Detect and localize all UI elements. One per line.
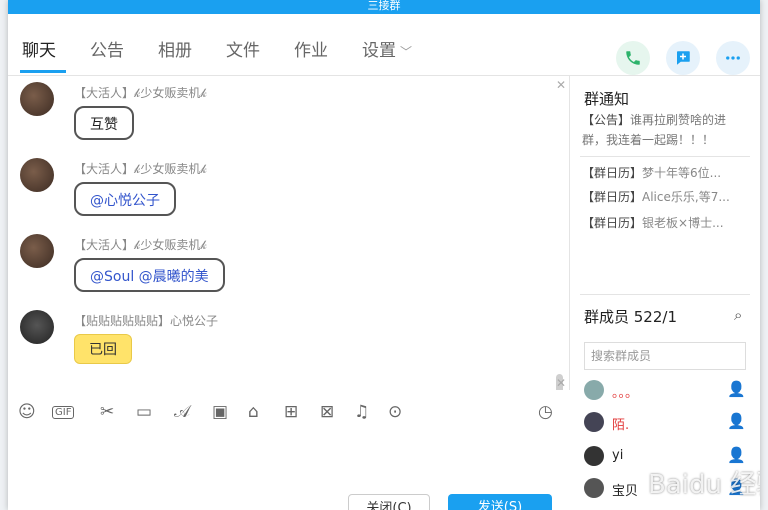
- members-title: 群成员 522/1: [584, 308, 677, 326]
- avatar[interactable]: [20, 82, 54, 116]
- admin-role-icon: 👤: [727, 380, 746, 398]
- font-icon[interactable]: 𝒜: [174, 402, 190, 422]
- composer-toolbar: ☺ GIF ✂ ▭ 𝒜 ▣ ⌂ ⊞ ⊠ ♫ ⊙ ◷: [8, 392, 570, 436]
- avatar: [584, 412, 604, 432]
- more-tools-icon[interactable]: ⊙: [388, 402, 402, 422]
- more-options-button[interactable]: [716, 41, 750, 75]
- member-name: yi: [612, 448, 624, 463]
- more-icon: [726, 56, 740, 60]
- emoji-icon[interactable]: ☺: [18, 402, 36, 422]
- avatar[interactable]: [20, 310, 54, 344]
- tab-album[interactable]: 相册: [158, 36, 192, 61]
- message-bubble[interactable]: @心悦公子: [74, 182, 176, 216]
- message-bubble[interactable]: 互赞: [74, 106, 134, 140]
- notice-title: 群通知: [584, 90, 630, 108]
- image-icon[interactable]: ▣: [212, 402, 228, 422]
- calendar-text: 银老板×博士...: [642, 216, 724, 230]
- calendar-text: 梦十年等6位...: [642, 166, 722, 180]
- red-packet-icon[interactable]: ⊠: [320, 402, 334, 422]
- scissors-icon[interactable]: ✂: [100, 402, 114, 422]
- tab-bar: 聊天 公告 相册 文件 作业 设置 ﹀: [8, 14, 760, 76]
- member-item[interactable]: 。。。 👤: [584, 380, 746, 402]
- sender-nick: 【大活人】𝓀少女贩卖机𝓀: [74, 86, 207, 100]
- avatar: [584, 380, 604, 400]
- close-button[interactable]: 关闭(C): [348, 494, 430, 510]
- avatar[interactable]: [20, 158, 54, 192]
- search-icon[interactable]: ⌕: [734, 306, 742, 324]
- calendar-item[interactable]: 【群日历】Alice乐乐,等7...: [582, 188, 750, 205]
- member-name: 陌.: [612, 418, 630, 433]
- tab-settings[interactable]: 设置 ﹀: [362, 36, 412, 61]
- tab-homework[interactable]: 作业: [294, 36, 328, 61]
- announcement[interactable]: 【公告】谁再拉刷赞啥的进群，我连着一起踢！！！: [582, 110, 750, 150]
- side-panel: 群通知 【公告】谁再拉刷赞啥的进群，我连着一起踢！！！ 【群日历】梦十年等6位.…: [570, 76, 760, 510]
- window-title: 三接群: [367, 0, 401, 12]
- calendar-item[interactable]: 【群日历】梦十年等6位...: [582, 164, 750, 181]
- chat-window: 三接群 聊天 公告 相册 文件 作业 设置 ﹀ ✕ 【大活人】𝓀少女贩卖机𝓀 互赞…: [8, 0, 760, 510]
- bell-icon[interactable]: ♫: [354, 402, 369, 422]
- calendar-tag: 【群日历】: [582, 190, 643, 204]
- calendar-tag: 【群日历】: [582, 166, 643, 180]
- calendar-tag: 【群日历】: [582, 216, 643, 230]
- avatar: [584, 478, 604, 498]
- gift-bag-icon[interactable]: ⌂: [248, 402, 259, 422]
- tab-files[interactable]: 文件: [226, 36, 260, 61]
- title-bar[interactable]: 三接群: [8, 0, 760, 14]
- member-item[interactable]: 陌. 👤: [584, 412, 746, 434]
- message-bubble[interactable]: @Soul @晨曦的美: [74, 258, 225, 292]
- sender-nick: 【大活人】𝓀少女贩卖机𝓀: [74, 238, 207, 252]
- admin-role-icon: 👤: [727, 412, 746, 430]
- sender-nick: 【大活人】𝓀少女贩卖机𝓀: [74, 162, 207, 176]
- chevron-down-icon: ﹀: [400, 45, 413, 59]
- gif-icon[interactable]: GIF: [52, 406, 75, 419]
- watermark: Baidu 经验: [648, 470, 760, 500]
- folder-icon[interactable]: ▭: [136, 402, 152, 422]
- calendar-text: Alice乐乐,等7...: [642, 190, 730, 204]
- calendar-item[interactable]: 【群日历】银老板×博士...: [582, 214, 750, 231]
- history-icon[interactable]: ◷: [538, 402, 553, 422]
- send-button[interactable]: 发送(S): [448, 494, 552, 510]
- collapse-icon[interactable]: ✕: [556, 78, 566, 92]
- voice-call-button[interactable]: [616, 41, 650, 75]
- gift-icon[interactable]: ⊞: [284, 402, 298, 422]
- active-tab-indicator: [20, 70, 66, 73]
- member-name: 。。。: [612, 386, 639, 401]
- new-message-button[interactable]: [666, 41, 700, 75]
- divider: [580, 156, 750, 157]
- message-add-icon: [677, 51, 690, 65]
- sender-nick: 【贴贴贴贴贴贴】心悦公子: [74, 314, 219, 328]
- member-search-input[interactable]: 搜索群成员: [584, 342, 746, 370]
- announcement-tag: 【公告】: [582, 113, 631, 127]
- tab-settings-label: 设置: [362, 41, 396, 61]
- avatar[interactable]: [20, 234, 54, 268]
- divider: [580, 294, 750, 295]
- phone-icon: [626, 51, 640, 65]
- message-list[interactable]: ✕ 【大活人】𝓀少女贩卖机𝓀 互赞 【大活人】𝓀少女贩卖机𝓀 @心悦公子 【大活…: [8, 76, 570, 390]
- avatar: [584, 446, 604, 466]
- message-bubble[interactable]: 已回: [74, 334, 132, 364]
- collapse-icon[interactable]: ✕: [556, 376, 566, 390]
- tab-chat[interactable]: 聊天: [22, 36, 56, 61]
- member-role-icon: 👤: [727, 446, 746, 464]
- tab-announcement[interactable]: 公告: [90, 36, 124, 61]
- member-name: 宝贝: [612, 484, 639, 499]
